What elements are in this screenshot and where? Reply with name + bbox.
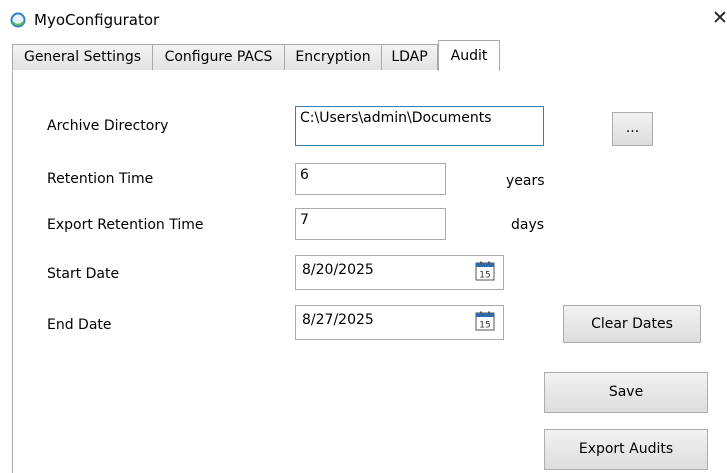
export-audits-button[interactable]: Export Audits [544, 429, 708, 470]
tab-configure-pacs[interactable]: Configure PACS [152, 44, 285, 70]
end-date-picker[interactable]: 8/27/2025 15 [295, 305, 504, 340]
tab-encryption[interactable]: Encryption [284, 44, 382, 70]
tab-audit[interactable]: Audit [438, 40, 500, 71]
browse-button[interactable]: ... [612, 112, 653, 146]
start-date-picker[interactable]: 8/20/2025 15 [295, 255, 504, 290]
calendar-icon[interactable]: 15 [475, 261, 495, 281]
calendar-icon-day: 15 [479, 321, 490, 331]
calendar-icon-day: 15 [479, 271, 490, 281]
tab-ldap[interactable]: LDAP [381, 44, 438, 70]
export-retention-time-label: Export Retention Time [47, 217, 204, 233]
archive-directory-label: Archive Directory [47, 118, 169, 134]
export-retention-time-input[interactable]: 7 [295, 208, 446, 240]
start-date-value: 8/20/2025 [302, 262, 374, 278]
archive-directory-input[interactable]: C:\Users\admin\Documents [295, 106, 544, 146]
retention-time-input[interactable]: 6 [295, 163, 446, 195]
export-retention-time-unit: days [511, 217, 545, 233]
clear-dates-button[interactable]: Clear Dates [563, 305, 701, 343]
end-date-label: End Date [47, 317, 112, 333]
app-icon [10, 12, 26, 28]
calendar-icon[interactable]: 15 [475, 311, 495, 331]
end-date-value: 8/27/2025 [302, 312, 374, 328]
window-title: MyoConfigurator [34, 11, 160, 29]
title-bar: MyoConfigurator ✕ [0, 0, 727, 40]
start-date-label: Start Date [47, 266, 120, 282]
tab-strip: General Settings Configure PACS Encrypti… [12, 40, 727, 72]
close-icon[interactable]: ✕ [712, 7, 727, 29]
tab-general-settings[interactable]: General Settings [12, 44, 153, 70]
save-button[interactable]: Save [544, 372, 708, 413]
retention-time-unit: years [506, 173, 545, 189]
retention-time-label: Retention Time [47, 171, 154, 187]
